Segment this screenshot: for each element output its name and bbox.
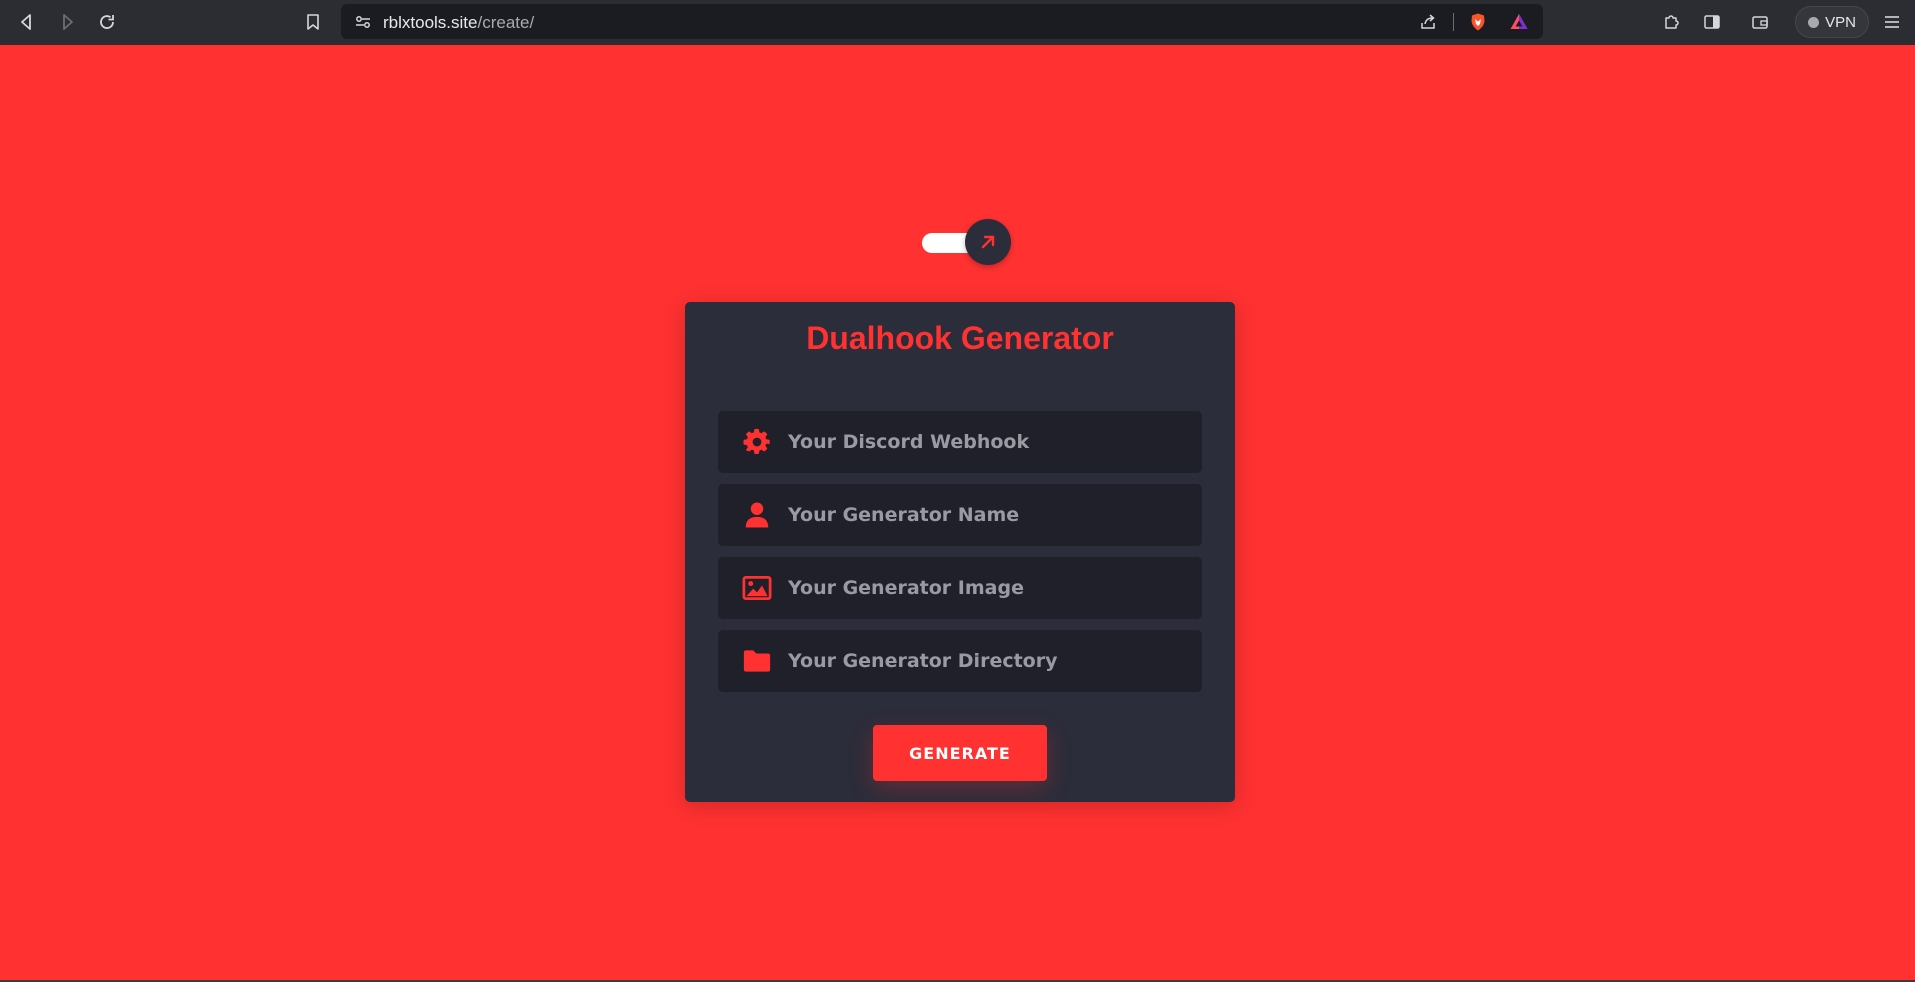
generator-image-field[interactable] — [718, 557, 1202, 619]
back-button[interactable] — [12, 8, 42, 36]
generator-name-input[interactable] — [788, 484, 1188, 546]
extensions-button[interactable] — [1657, 8, 1687, 36]
generator-directory-input[interactable] — [788, 630, 1188, 692]
url-host: rblxtools.site — [383, 13, 478, 32]
theme-toggle-knob[interactable] — [965, 219, 1011, 265]
gear-icon — [740, 425, 774, 459]
folder-icon — [740, 644, 774, 678]
discord-webhook-field[interactable] — [718, 411, 1202, 473]
sidebar-icon — [1704, 15, 1720, 29]
vpn-status-icon — [1808, 16, 1820, 28]
url-divider — [1453, 13, 1454, 31]
generator-card: Dualhook Generator Your Discord Webhook … — [685, 302, 1235, 802]
url-path: /create/ — [477, 13, 535, 32]
menu-button[interactable] — [1877, 8, 1907, 36]
image-icon — [740, 571, 774, 605]
discord-webhook-input[interactable] — [788, 411, 1188, 473]
site-settings-icon[interactable] — [352, 11, 374, 33]
bookmark-icon — [307, 14, 319, 30]
vpn-label: VPN — [1825, 13, 1856, 31]
brave-shields-icon[interactable] — [1467, 11, 1489, 33]
reload-button[interactable] — [92, 8, 122, 36]
hamburger-menu-icon — [1885, 16, 1899, 28]
url-text[interactable]: rblxtools.site/create/ — [383, 13, 534, 33]
bookmark-button[interactable] — [298, 8, 328, 36]
reload-icon — [100, 15, 114, 29]
brave-rewards-icon[interactable] — [1508, 11, 1530, 33]
generator-directory-field[interactable] — [718, 630, 1202, 692]
wallet-button[interactable] — [1745, 8, 1775, 36]
address-bar[interactable]: rblxtools.site/create/ — [341, 4, 1543, 39]
forward-button[interactable] — [52, 8, 82, 36]
card-title: Dualhook Generator — [806, 320, 1114, 356]
generate-button[interactable]: GENERATE — [873, 725, 1047, 781]
generator-image-input[interactable] — [788, 557, 1188, 619]
puzzle-icon — [1665, 15, 1679, 29]
generator-name-field[interactable] — [718, 484, 1202, 546]
sidebar-button[interactable] — [1697, 8, 1727, 36]
browser-toolbar: rblxtools.site/create/ VPN — [0, 0, 1915, 45]
back-arrow-icon — [21, 14, 31, 30]
wallet-icon — [1752, 16, 1768, 29]
forward-arrow-icon — [63, 14, 73, 30]
share-icon[interactable] — [1417, 11, 1439, 33]
vpn-button[interactable]: VPN — [1795, 6, 1869, 38]
arrow-up-right-icon — [981, 235, 995, 249]
user-icon — [740, 498, 774, 532]
